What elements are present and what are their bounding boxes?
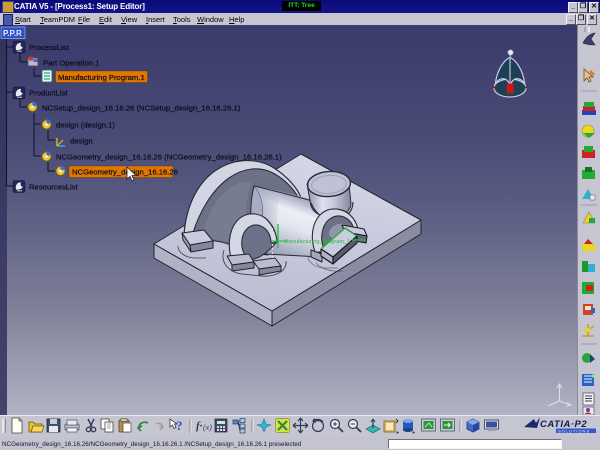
svg-text:Manufacturing_Program_1: Manufacturing_Program_1 xyxy=(284,239,350,245)
svg-text:NCGeometry_design_16.16.26: NCGeometry_design_16.16.26 xyxy=(72,168,178,177)
svg-text:NCGeometry_design_16.16.26 (NC: NCGeometry_design_16.16.26 (NCGeometry_d… xyxy=(56,153,282,162)
svg-text:ResourcesList: ResourcesList xyxy=(29,183,79,192)
svg-text:ProductList: ProductList xyxy=(29,89,68,98)
svg-text:design (design.1): design (design.1) xyxy=(56,121,115,130)
svg-text:Part Operation.1: Part Operation.1 xyxy=(43,59,99,68)
svg-text:?: ? xyxy=(176,418,183,433)
svg-text:P.P.R: P.P.R xyxy=(3,29,22,38)
svg-text:(x): (x) xyxy=(203,423,212,432)
svg-text:SOLUTIONS: SOLUTIONS xyxy=(558,429,590,434)
svg-text:Manufacturing Program.1: Manufacturing Program.1 xyxy=(58,73,145,82)
svg-text:f·: f· xyxy=(196,420,203,432)
svg-text:design: design xyxy=(70,137,93,146)
svg-text:ProcessList: ProcessList xyxy=(29,43,70,52)
svg-text:NCSetup_design_16.16.26 (NCSet: NCSetup_design_16.16.26 (NCSetup_design_… xyxy=(42,104,241,113)
